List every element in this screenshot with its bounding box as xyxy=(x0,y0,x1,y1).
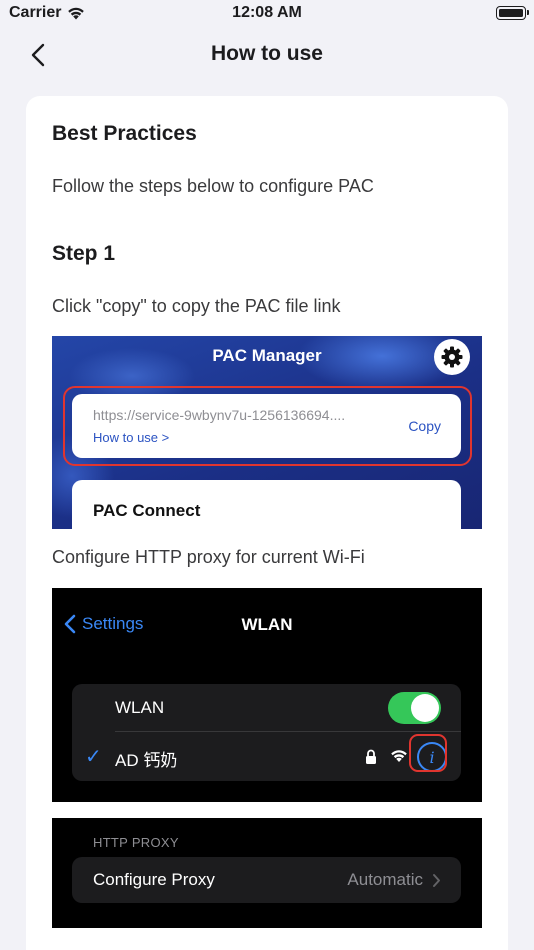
how-to-use-link: How to use > xyxy=(93,430,170,445)
gear-glyph xyxy=(441,346,463,368)
info-highlight-box xyxy=(409,734,447,772)
wlan-group: WLAN ✓ AD 钙奶 i xyxy=(72,684,461,781)
wlan-toggle xyxy=(388,692,441,724)
divider xyxy=(115,731,461,732)
pac-url-text: https://service-9wbynv7u-1256136694.... xyxy=(93,407,346,423)
status-time: 12:08 AM xyxy=(232,4,302,21)
lock-icon xyxy=(366,749,376,764)
http-proxy-section-header: HTTP PROXY xyxy=(93,835,179,850)
network-name: AD 钙奶 xyxy=(115,751,178,770)
navigation-bar: How to use xyxy=(0,30,534,80)
section-heading: Best Practices xyxy=(52,122,197,145)
proxy-instruction-text: Configure HTTP proxy for current Wi-Fi xyxy=(52,547,365,567)
pac-link-card: https://service-9wbynv7u-1256136694.... … xyxy=(72,394,461,458)
battery-icon xyxy=(496,6,529,20)
wifi-icon xyxy=(391,750,407,762)
configure-proxy-label: Configure Proxy xyxy=(93,870,215,889)
pac-manager-screenshot: PAC Manager https://service-9wbynv7u-125… xyxy=(52,336,482,529)
http-proxy-screenshot: HTTP PROXY Configure Proxy Automatic xyxy=(52,818,482,928)
wlan-settings-screenshot: Settings WLAN WLAN ✓ AD 钙奶 i xyxy=(52,588,482,802)
copy-instruction-text: Click "copy" to copy the PAC file link xyxy=(52,296,341,316)
chevron-right-icon xyxy=(433,874,440,887)
configure-proxy-row: Configure Proxy Automatic xyxy=(72,857,461,903)
step-title: Step 1 xyxy=(52,242,116,265)
instructions-card: Best Practices Follow the steps below to… xyxy=(26,96,508,950)
configure-proxy-value: Automatic xyxy=(347,870,423,889)
page-title: How to use xyxy=(210,42,323,65)
copy-button: Copy xyxy=(408,418,441,434)
intro-text: Follow the steps below to configure PAC xyxy=(52,176,374,196)
gear-icon xyxy=(434,339,470,375)
pac-connect-title: PAC Connect xyxy=(93,501,201,520)
pac-connect-card: PAC Connect xyxy=(72,480,461,529)
status-bar: Carrier 12:08 AM xyxy=(0,0,534,30)
wlan-toggle-label: WLAN xyxy=(115,698,165,717)
wlan-title: WLAN xyxy=(241,615,293,634)
checkmark-icon: ✓ xyxy=(85,746,102,768)
pac-manager-title: PAC Manager xyxy=(212,346,322,365)
